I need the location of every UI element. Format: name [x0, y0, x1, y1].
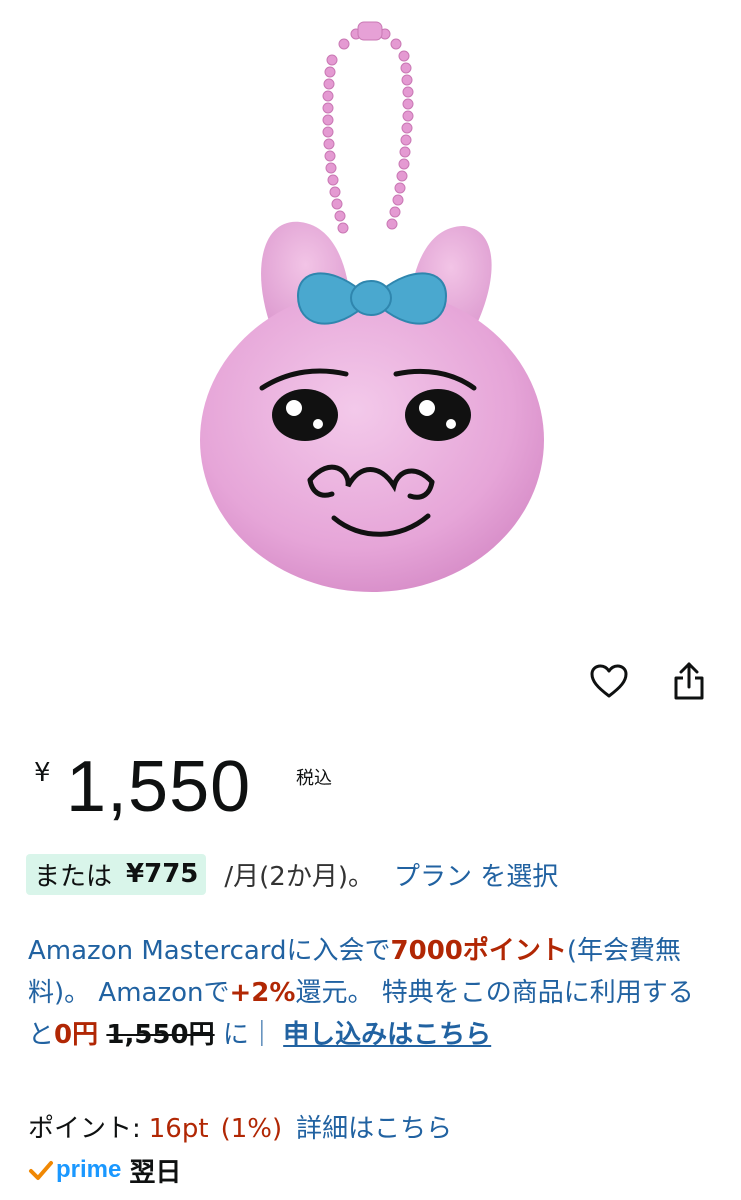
- installment-badge: または ¥775: [26, 853, 207, 895]
- installment-period: /月(2か月)。: [224, 861, 374, 892]
- installment-or-label: または: [34, 861, 113, 892]
- plush-illustration: [200, 21, 544, 592]
- tax-label: 税込: [296, 768, 332, 789]
- points-value: 16pt: [148, 1114, 209, 1144]
- heart-icon: [590, 664, 628, 698]
- installment-amount: ¥775: [126, 859, 199, 889]
- points-percent: (1%): [220, 1114, 283, 1144]
- promo-discounted-price: 0円: [54, 1020, 99, 1050]
- prime-delivery-day: 翌日: [129, 1157, 182, 1188]
- prime-logo: prime: [56, 1156, 122, 1183]
- share-button[interactable]: [664, 656, 714, 706]
- promo-text-1: Amazon Mastercardに入会で: [28, 936, 391, 966]
- promo-text-4: に｜: [222, 1020, 275, 1050]
- price-value: 1,550: [66, 747, 252, 827]
- promo-original-price: 1,550円: [106, 1020, 215, 1050]
- installment-row: または ¥775 /月(2か月)。 プラン を選択: [26, 852, 558, 896]
- share-icon: [674, 662, 704, 700]
- apply-link[interactable]: 申し込みはこちら: [283, 1020, 491, 1050]
- favorite-button[interactable]: [584, 656, 634, 706]
- promo-points-bonus: 7000ポイント: [390, 936, 567, 966]
- card-promotion[interactable]: Amazon Mastercardに入会で7000ポイント(年会費無料)。 Am…: [28, 930, 718, 1056]
- promo-return-rate: +2%: [229, 978, 296, 1008]
- currency-symbol: ¥: [34, 758, 51, 788]
- select-plan-link[interactable]: プラン を選択: [394, 856, 558, 893]
- points-label: ポイント:: [28, 1114, 141, 1144]
- prime-delivery-row: prime 翌日: [28, 1150, 181, 1190]
- points-detail-link[interactable]: 詳細はこちら: [296, 1114, 452, 1144]
- points-row: ポイント: 16pt (1%) 詳細はこちら: [28, 1108, 452, 1145]
- product-image[interactable]: [0, 0, 741, 640]
- prime-check-icon: [29, 1161, 53, 1180]
